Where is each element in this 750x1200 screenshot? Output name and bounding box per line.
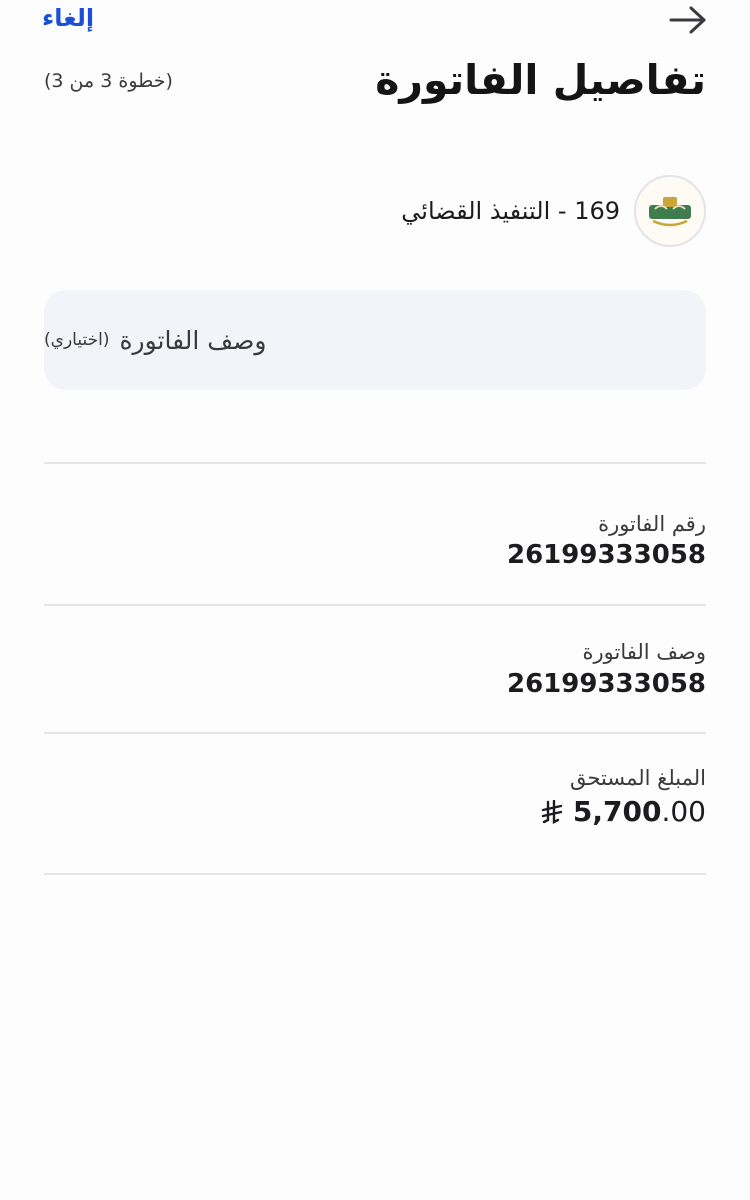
saudi-riyal-icon <box>541 799 563 824</box>
amount-integer: 5,700 <box>572 795 662 828</box>
invoice-description-label: وصف الفاتورة <box>582 640 706 664</box>
arrow-right-icon[interactable] <box>668 4 708 36</box>
description-placeholder: وصف الفاتورة <box>119 325 267 355</box>
invoice-number-label: رقم الفاتورة <box>598 512 706 536</box>
amount-due-value: 5,700 .00 <box>541 795 706 828</box>
invoice-number-value: 26199333058 <box>507 540 706 570</box>
bill-details-screen: إلغاء تفاصيل الفاتورة (خطوة 3 من 3) 169 … <box>0 0 750 1200</box>
page-title: تفاصيل الفاتورة <box>375 56 706 104</box>
divider <box>44 873 706 875</box>
divider <box>44 732 706 734</box>
cancel-button[interactable]: إلغاء <box>42 4 94 32</box>
divider <box>44 462 706 464</box>
biller-name: 169 - التنفيذ القضائي <box>401 197 620 225</box>
ministry-of-justice-logo-icon <box>634 175 706 247</box>
optional-label: (اختياري) <box>44 330 110 350</box>
amount-due-label: المبلغ المستحق <box>569 766 706 790</box>
divider <box>44 604 706 606</box>
step-indicator: (خطوة 3 من 3) <box>44 70 173 92</box>
biller-info: 169 - التنفيذ القضائي <box>401 175 706 247</box>
invoice-description-input[interactable]: وصف الفاتورة (اختياري) <box>44 290 706 390</box>
invoice-description-value: 26199333058 <box>507 669 706 699</box>
amount-decimal: .00 <box>661 795 706 828</box>
